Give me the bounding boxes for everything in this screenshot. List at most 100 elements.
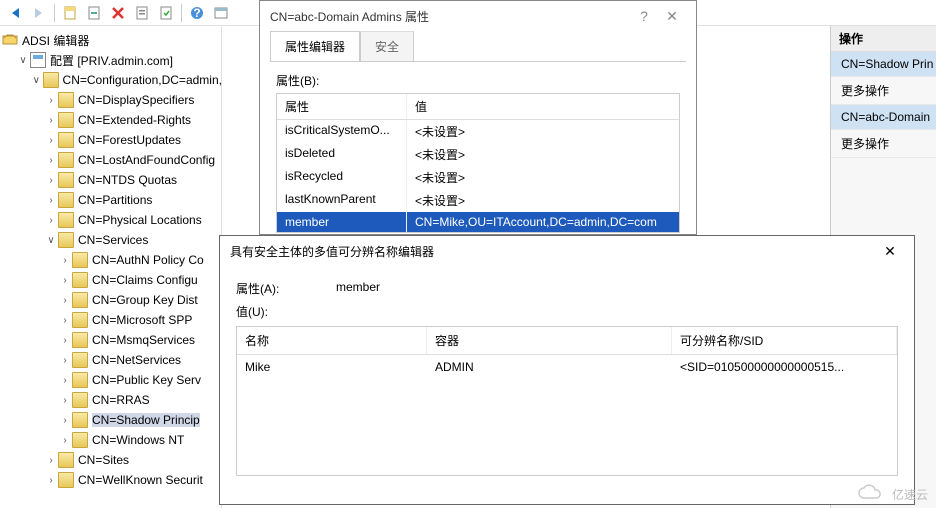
back-icon[interactable]: [4, 2, 26, 24]
value-row: 值(U):: [236, 303, 898, 320]
tab-attribute-editor[interactable]: 属性编辑器: [270, 31, 360, 61]
expand-icon[interactable]: ›: [44, 155, 58, 166]
tree-item[interactable]: ›CN=AuthN Policy Co: [2, 250, 221, 270]
expand-icon[interactable]: ›: [44, 475, 58, 486]
col-header-container[interactable]: 容器: [427, 327, 672, 354]
tree-item[interactable]: › CN=Sites: [2, 450, 221, 470]
col-header-name[interactable]: 名称: [237, 327, 427, 354]
expand-icon[interactable]: ›: [58, 315, 72, 326]
col-header-name[interactable]: 属性: [277, 94, 407, 119]
tree-label: CN=NetServices: [92, 353, 181, 367]
attribute-list[interactable]: 属性 值 isCriticalSystemO...<未设置>isDeleted<…: [276, 93, 680, 233]
delete-icon[interactable]: [107, 2, 129, 24]
list-row[interactable]: Mike ADMIN <SID=010500000000000515...: [237, 355, 897, 379]
tree-config[interactable]: ∨ 配置 [PRIV.admin.com]: [2, 50, 221, 70]
expand-icon[interactable]: ›: [44, 115, 58, 126]
doc1-icon[interactable]: [59, 2, 81, 24]
tree-label: 配置 [PRIV.admin.com]: [50, 52, 173, 69]
action-item[interactable]: CN=abc-Domain: [831, 105, 936, 130]
tree-item[interactable]: › CN=WellKnown Securit: [2, 470, 221, 490]
tree-root[interactable]: ADSI 编辑器: [2, 30, 221, 50]
help-icon[interactable]: ?: [186, 2, 208, 24]
tree-services[interactable]: ∨ CN=Services: [2, 230, 221, 250]
attribute-row[interactable]: memberCN=Mike,OU=ITAccount,DC=admin,DC=c…: [277, 212, 679, 232]
collapse-icon[interactable]: ∨: [30, 75, 43, 86]
expand-icon[interactable]: ›: [44, 215, 58, 226]
action-more[interactable]: 更多操作: [831, 130, 936, 158]
folder-icon: [58, 212, 74, 228]
tree-item[interactable]: ›CN=Physical Locations: [2, 210, 221, 230]
tree-item[interactable]: ›CN=Microsoft SPP: [2, 310, 221, 330]
forward-icon: [28, 2, 50, 24]
tree-item[interactable]: ›CN=LostAndFoundConfig: [2, 150, 221, 170]
expand-icon[interactable]: ›: [58, 275, 72, 286]
dialog-titlebar[interactable]: CN=abc-Domain Admins 属性 ? ✕: [260, 1, 696, 31]
tree-item[interactable]: › CN=MsmqServices: [2, 330, 221, 350]
tree-label: CN=Group Key Dist: [92, 293, 198, 307]
collapse-icon[interactable]: ∨: [16, 55, 30, 66]
expand-icon[interactable]: ›: [44, 95, 58, 106]
folder-icon: [72, 392, 88, 408]
export-icon[interactable]: [155, 2, 177, 24]
doc2-icon[interactable]: [83, 2, 105, 24]
value-label: 值(U):: [236, 303, 336, 320]
help-button[interactable]: ?: [630, 8, 658, 24]
attr-label: 属性(B):: [276, 72, 680, 89]
expand-icon[interactable]: ›: [58, 355, 72, 366]
close-button[interactable]: ✕: [876, 243, 904, 260]
attr-name: isCriticalSystemO...: [277, 120, 407, 143]
attr-name: isDeleted: [277, 143, 407, 166]
expand-icon[interactable]: ›: [58, 255, 72, 266]
attribute-row[interactable]: isCriticalSystemO...<未设置>: [277, 120, 679, 143]
expand-icon[interactable]: ›: [44, 455, 58, 466]
expand-icon[interactable]: ›: [58, 395, 72, 406]
dialog-body: 属性(B): 属性 值 isCriticalSystemO...<未设置>isD…: [260, 62, 696, 239]
panel-icon[interactable]: [210, 2, 232, 24]
expand-icon[interactable]: ›: [44, 135, 58, 146]
dialog-titlebar[interactable]: 具有安全主体的多值可分辨名称编辑器 ✕: [220, 236, 914, 266]
tree-item[interactable]: ›CN=ForestUpdates: [2, 130, 221, 150]
tree-label: CN=Claims Configu: [92, 273, 198, 287]
action-more[interactable]: 更多操作: [831, 77, 936, 105]
attr-name: isRecycled: [277, 166, 407, 189]
expand-icon[interactable]: ›: [44, 175, 58, 186]
attribute-row: 属性(A): member: [236, 280, 898, 297]
attribute-row[interactable]: lastKnownParent<未设置>: [277, 189, 679, 212]
col-header-value[interactable]: 值: [407, 94, 679, 119]
expand-icon[interactable]: ›: [58, 295, 72, 306]
action-item[interactable]: CN=Shadow Prin: [831, 52, 936, 77]
tree-item[interactable]: ›CN=Shadow Princip: [2, 410, 221, 430]
collapse-icon[interactable]: ∨: [44, 235, 58, 246]
attr-value: <未设置>: [407, 189, 679, 212]
attribute-row[interactable]: isDeleted<未设置>: [277, 143, 679, 166]
tree-item[interactable]: › CN=Claims Configu: [2, 270, 221, 290]
tree-item[interactable]: ›CN=DisplaySpecifiers: [2, 90, 221, 110]
expand-icon[interactable]: ›: [58, 435, 72, 446]
col-header-dn[interactable]: 可分辨名称/SID: [672, 327, 897, 354]
tree-item[interactable]: › CN=Group Key Dist: [2, 290, 221, 310]
tree-label: CN=MsmqServices: [92, 333, 195, 347]
tree-label: CN=Partitions: [78, 193, 152, 207]
tree-item[interactable]: ›CN=RRAS: [2, 390, 221, 410]
expand-icon[interactable]: ›: [58, 335, 72, 346]
tree-item[interactable]: ›CN=Extended-Rights: [2, 110, 221, 130]
expand-icon[interactable]: ›: [58, 375, 72, 386]
folder-icon: [72, 332, 88, 348]
tree-item[interactable]: › CN=Partitions: [2, 190, 221, 210]
folder-icon: [72, 292, 88, 308]
tab-security[interactable]: 安全: [360, 31, 414, 61]
folder-icon: [58, 472, 74, 488]
value-list[interactable]: 名称 容器 可分辨名称/SID Mike ADMIN <SID=01050000…: [236, 326, 898, 476]
tree-item[interactable]: ›CN=NTDS Quotas: [2, 170, 221, 190]
expand-icon[interactable]: ›: [44, 195, 58, 206]
close-button[interactable]: ✕: [658, 8, 686, 25]
expand-icon[interactable]: ›: [58, 415, 72, 426]
tree-item[interactable]: ›CN=Public Key Serv: [2, 370, 221, 390]
tree-item[interactable]: › CN=NetServices: [2, 350, 221, 370]
tree-item[interactable]: ›CN=Windows NT: [2, 430, 221, 450]
doc3-icon[interactable]: [131, 2, 153, 24]
attribute-row[interactable]: isRecycled<未设置>: [277, 166, 679, 189]
tree-cn-top[interactable]: ∨ CN=Configuration,DC=admin,DC: [2, 70, 221, 90]
attr-name: member: [277, 212, 407, 232]
folder-icon: [72, 372, 88, 388]
